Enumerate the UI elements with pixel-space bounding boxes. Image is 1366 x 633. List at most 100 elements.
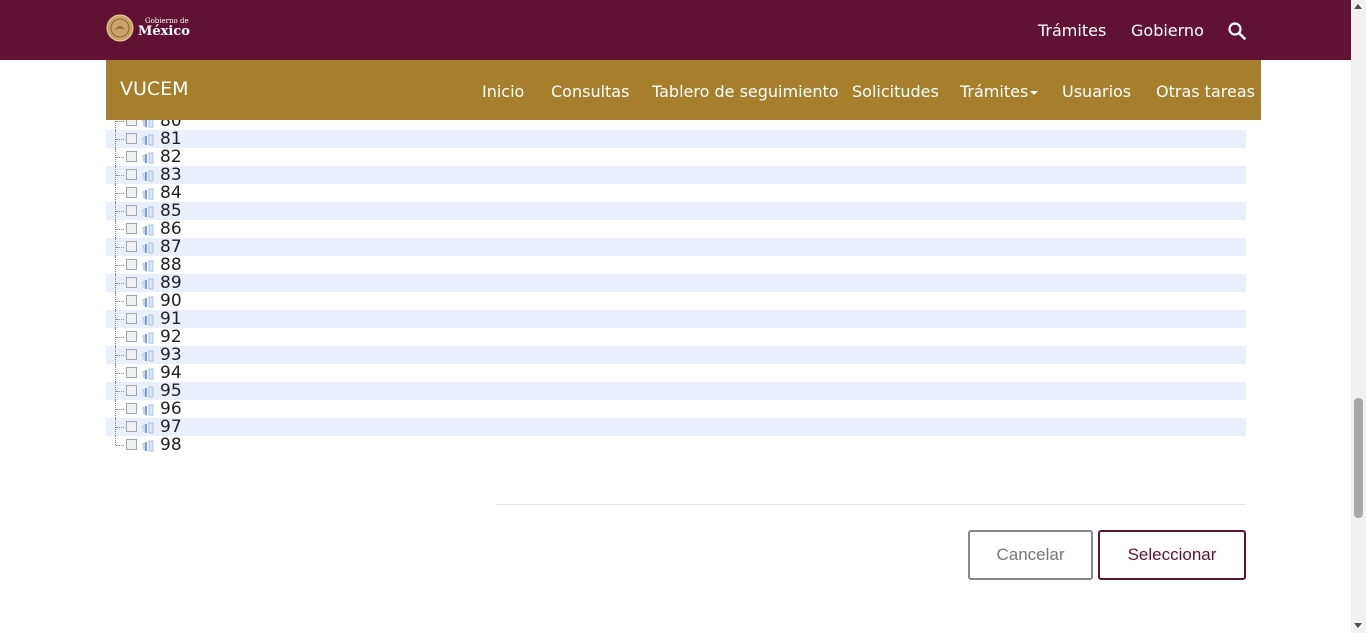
tree-connector [116,265,124,266]
tree-node[interactable]: 94 [106,364,1246,382]
top-nav-tramites[interactable]: Trámites [1038,21,1106,40]
node-checkbox[interactable] [126,277,137,288]
seal-icon [106,14,134,42]
tree-node[interactable]: 83 [106,166,1246,184]
node-checkbox[interactable] [126,223,137,234]
tree-connector [116,121,124,122]
node-label[interactable]: 84 [160,184,182,202]
tree-connector [116,319,124,320]
nav-tramites-dropdown[interactable]: Trámites [960,82,1039,101]
node-label[interactable]: 98 [160,436,182,454]
nav-solicitudes[interactable]: Solicitudes [852,82,939,101]
scroll-up-icon[interactable] [1354,4,1362,9]
vucem-brand[interactable]: VUCEM [120,78,189,100]
file-icon [142,404,154,416]
nav-tablero[interactable]: Tablero de seguimiento [652,82,839,101]
node-checkbox[interactable] [126,241,137,252]
node-checkbox[interactable] [126,421,137,432]
tree-connector [116,211,124,212]
tree-node[interactable]: 84 [106,184,1246,202]
top-header: Gobierno de México Trámites Gobierno [0,0,1351,60]
scroll-down-icon[interactable] [1354,623,1362,628]
tree-node[interactable]: 82 [106,148,1246,166]
node-label[interactable]: 85 [160,202,182,220]
tree-node[interactable]: 98 [106,436,1246,454]
tree-connector [116,391,124,392]
nav-usuarios[interactable]: Usuarios [1062,82,1131,101]
tree-connector [116,157,124,158]
tree-node[interactable]: 93 [106,346,1246,364]
node-checkbox[interactable] [126,367,137,378]
tree-node[interactable]: 95 [106,382,1246,400]
tree-node[interactable]: 92 [106,328,1246,346]
caret-down-icon [1030,90,1039,95]
node-label[interactable]: 93 [160,346,182,364]
cancel-button[interactable]: Cancelar [968,530,1093,580]
node-checkbox[interactable] [126,151,137,162]
node-label[interactable]: 87 [160,238,182,256]
tree-node[interactable]: 87 [106,238,1246,256]
top-nav-gobierno[interactable]: Gobierno [1131,21,1204,40]
vertical-scrollbar[interactable] [1351,0,1366,633]
tree-node[interactable]: 81 [106,130,1246,148]
scroll-thumb[interactable] [1354,398,1363,518]
node-label[interactable]: 86 [160,220,182,238]
tree-node[interactable]: 97 [106,418,1246,436]
tree-node[interactable]: 88 [106,256,1246,274]
node-label[interactable]: 95 [160,382,182,400]
nav-otras-tareas[interactable]: Otras tareas [1156,82,1255,101]
node-label[interactable]: 82 [160,148,182,166]
file-icon [142,332,154,344]
tree-node[interactable]: 96 [106,400,1246,418]
select-button[interactable]: Seleccionar [1098,530,1246,580]
nav-inicio[interactable]: Inicio [482,82,524,101]
node-label[interactable]: 83 [160,166,182,184]
node-checkbox[interactable] [126,187,137,198]
file-icon [142,278,154,290]
file-icon [142,188,154,200]
tree-node[interactable]: 89 [106,274,1246,292]
tree-connector [116,301,124,302]
node-label[interactable]: 91 [160,310,182,328]
tree-node[interactable]: 86 [106,220,1246,238]
tree-connector [116,229,124,230]
divider [496,504,1246,505]
node-checkbox[interactable] [126,385,137,396]
tree-connector [116,283,124,284]
node-label[interactable]: 88 [160,256,182,274]
node-label[interactable]: 89 [160,274,182,292]
file-icon [142,296,154,308]
tree-connector [116,175,124,176]
node-label[interactable]: 97 [160,418,182,436]
nav-consultas[interactable]: Consultas [551,82,629,101]
node-checkbox[interactable] [126,295,137,306]
search-icon[interactable] [1228,22,1246,40]
node-label[interactable]: 92 [160,328,182,346]
tree-node[interactable]: 90 [106,292,1246,310]
tree-node[interactable]: 85 [106,202,1246,220]
vucem-navbar: VUCEM Inicio Consultas Tablero de seguim… [106,60,1261,120]
node-label[interactable]: 90 [160,292,182,310]
node-checkbox[interactable] [126,133,137,144]
gobierno-logo[interactable]: Gobierno de México [106,14,190,42]
node-checkbox[interactable] [126,259,137,270]
tree-connector [116,445,124,446]
node-label[interactable]: 81 [160,130,182,148]
node-checkbox[interactable] [126,331,137,342]
node-checkbox[interactable] [126,439,137,450]
node-checkbox[interactable] [126,349,137,360]
file-icon [142,242,154,254]
node-checkbox[interactable] [126,205,137,216]
node-checkbox[interactable] [126,313,137,324]
tree-connector [116,337,124,338]
file-icon [142,350,154,362]
tree-connector [116,193,124,194]
tree-connector [116,139,124,140]
node-checkbox[interactable] [126,169,137,180]
file-icon [142,206,154,218]
node-checkbox[interactable] [126,403,137,414]
tree-connector [116,373,124,374]
tree-node[interactable]: 91 [106,310,1246,328]
node-label[interactable]: 94 [160,364,182,382]
node-label[interactable]: 96 [160,400,182,418]
